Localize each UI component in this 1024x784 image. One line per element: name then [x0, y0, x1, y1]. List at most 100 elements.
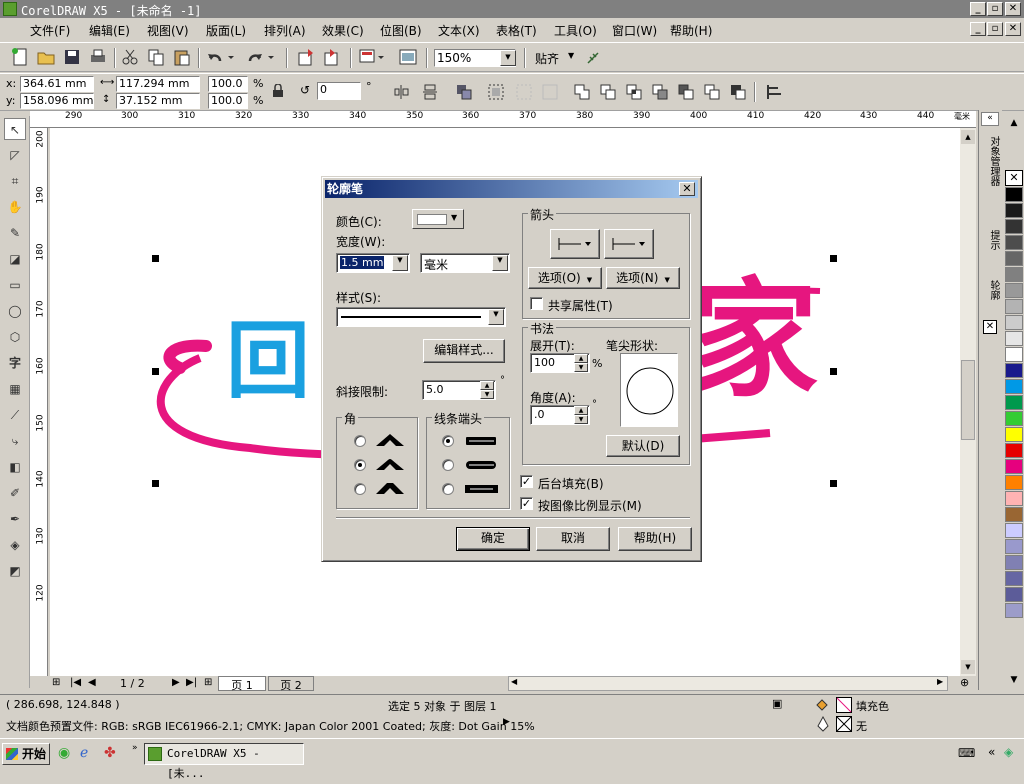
dimension-tool-icon[interactable]: ⟋: [4, 404, 26, 426]
shadow-tool-icon[interactable]: ◧: [4, 456, 26, 478]
docker-tab-outline[interactable]: 轮廓: [983, 280, 999, 300]
docker-tab-object-manager[interactable]: 对象管理器: [983, 136, 999, 186]
front-minus-back-icon[interactable]: [676, 82, 696, 102]
artwork-text-pink[interactable]: 家: [690, 276, 818, 406]
menu-tools[interactable]: 工具(O): [554, 22, 597, 39]
object-height-field[interactable]: 37.152 mm: [116, 93, 200, 109]
palette-swatch[interactable]: [1005, 299, 1023, 314]
width-combo[interactable]: 1.5 mm ▼: [336, 253, 410, 273]
maximize-button[interactable]: ▫: [987, 2, 1003, 16]
miter-spin-up-icon[interactable]: ▲: [480, 381, 494, 390]
palette-swatch[interactable]: [1005, 267, 1023, 282]
copy-icon[interactable]: [146, 47, 166, 67]
color-picker-button[interactable]: ▼: [412, 209, 464, 229]
add-page-after-icon[interactable]: ⊞: [204, 677, 212, 688]
miter-limit-field[interactable]: 5.0 ▲ ▼: [422, 380, 496, 400]
vertical-scroll-thumb[interactable]: [961, 360, 975, 440]
docker-close-icon[interactable]: ✕: [983, 320, 997, 334]
horizontal-scrollbar[interactable]: ◀ ▶: [508, 676, 948, 691]
page-tab-2[interactable]: 页 2: [268, 676, 314, 692]
miter-spin-down-icon[interactable]: ▼: [480, 390, 494, 399]
back-minus-front-icon[interactable]: [702, 82, 722, 102]
angle-field[interactable]: .0 ▲ ▼: [530, 405, 590, 425]
menu-table[interactable]: 表格(T): [496, 22, 537, 39]
minimize-button[interactable]: _: [970, 2, 986, 16]
palette-scroll-up-icon[interactable]: ▲: [1004, 118, 1024, 134]
trim-icon[interactable]: [598, 82, 618, 102]
eyedropper-tool-icon[interactable]: ✐: [4, 482, 26, 504]
docker-tab-hints[interactable]: 提示: [983, 230, 999, 250]
palette-swatch[interactable]: [1005, 347, 1023, 362]
selection-handle[interactable]: [152, 480, 159, 487]
save-icon[interactable]: [62, 47, 82, 67]
next-page-icon[interactable]: ▶: [172, 677, 180, 688]
palette-swatch[interactable]: [1005, 203, 1023, 218]
quicklaunch-more-icon[interactable]: »: [132, 743, 138, 753]
network-tray-icon[interactable]: ◈: [1004, 745, 1013, 759]
palette-swatch[interactable]: [1005, 539, 1023, 554]
pick-tool-icon[interactable]: ↖: [4, 118, 26, 140]
palette-swatch[interactable]: [1005, 459, 1023, 474]
snap-to-menu[interactable]: 贴齐: [535, 50, 559, 67]
unit-combo[interactable]: 毫米 ▼: [420, 253, 510, 273]
paste-icon[interactable]: [172, 47, 192, 67]
menu-help[interactable]: 帮助(H): [670, 22, 712, 39]
y-position-field[interactable]: 158.096 mm: [20, 93, 94, 109]
behind-fill-checkbox[interactable]: ✓: [520, 475, 533, 488]
scroll-down-icon[interactable]: ▼: [961, 660, 975, 674]
zoom-navigator-icon[interactable]: ⊕: [960, 676, 969, 689]
stretch-spin-up-icon[interactable]: ▲: [574, 354, 588, 363]
menu-effects[interactable]: 效果(C): [322, 22, 364, 39]
no-color-swatch[interactable]: ✕: [1005, 170, 1023, 186]
new-icon[interactable]: [10, 47, 30, 67]
default-nib-button[interactable]: 默认(D): [606, 435, 680, 457]
import-icon[interactable]: [296, 47, 316, 67]
angle-spin-up-icon[interactable]: ▲: [574, 406, 588, 415]
palette-swatch[interactable]: [1005, 395, 1023, 410]
crop-tool-icon[interactable]: ⌗: [4, 170, 26, 192]
prev-page-icon[interactable]: ◀: [88, 677, 96, 688]
ungroup-all-icon[interactable]: [514, 82, 534, 102]
vertical-ruler[interactable]: 200 190 180 170 160 150 140 130 120: [30, 128, 48, 676]
doc-minimize-button[interactable]: _: [970, 22, 986, 36]
stretch-field[interactable]: 100 ▲ ▼: [530, 353, 590, 373]
palette-swatch[interactable]: [1005, 235, 1023, 250]
x-position-field[interactable]: 364.61 mm: [20, 76, 94, 92]
cap-butt-radio[interactable]: [442, 435, 454, 447]
start-arrowhead-button[interactable]: [550, 229, 600, 259]
corner-miter-radio[interactable]: [354, 435, 366, 447]
menu-layout[interactable]: 版面(L): [206, 22, 246, 39]
intersect-icon[interactable]: [624, 82, 644, 102]
ellipse-tool-icon[interactable]: ◯: [4, 300, 26, 322]
palette-swatch[interactable]: [1005, 555, 1023, 570]
stretch-spin-down-icon[interactable]: ▼: [574, 363, 588, 372]
taskbar-coreldraw-button[interactable]: CorelDRAW X5 - [未...: [144, 743, 304, 780]
group-icon[interactable]: [454, 82, 474, 102]
horizontal-ruler[interactable]: 290 300 310 320 330 340 350 360 370 380 …: [30, 111, 976, 128]
table-tool-icon[interactable]: ▦: [4, 378, 26, 400]
artwork-text-blue[interactable]: 回: [226, 316, 310, 406]
palette-swatch[interactable]: [1005, 363, 1023, 378]
zoom-dropdown-arrow[interactable]: ▼: [500, 50, 516, 66]
pan-tool-icon[interactable]: ✋: [4, 196, 26, 218]
cancel-button[interactable]: 取消: [536, 527, 610, 551]
palette-swatch[interactable]: [1005, 251, 1023, 266]
menu-arrange[interactable]: 排列(A): [264, 22, 306, 39]
arrow-options-right-button[interactable]: 选项(N) ▼: [606, 267, 680, 289]
corner-round-radio[interactable]: [354, 459, 366, 471]
menu-file[interactable]: 文件(F): [30, 22, 70, 39]
menu-view[interactable]: 视图(V): [147, 22, 189, 39]
smart-fill-icon[interactable]: ◪: [4, 248, 26, 270]
angle-spin-down-icon[interactable]: ▼: [574, 415, 588, 424]
palette-swatch[interactable]: [1005, 507, 1023, 522]
end-arrowhead-button[interactable]: [604, 229, 654, 259]
start-button[interactable]: 开始: [2, 743, 50, 765]
style-dropdown-arrow[interactable]: ▼: [488, 309, 504, 325]
scale-x-field[interactable]: 100.0: [208, 76, 248, 92]
rotation-angle-field[interactable]: 0: [317, 82, 361, 100]
add-page-before-icon[interactable]: ⊞: [52, 677, 60, 688]
redo-icon[interactable]: [246, 47, 276, 67]
fill-tool-icon[interactable]: ◈: [4, 534, 26, 556]
palette-swatch[interactable]: [1005, 219, 1023, 234]
arrow-options-left-button[interactable]: 选项(O) ▼: [528, 267, 602, 289]
